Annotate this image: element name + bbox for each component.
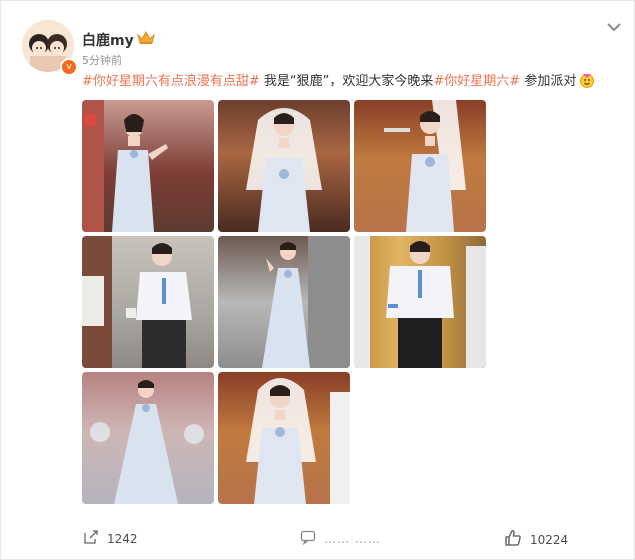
photo-3[interactable] [354, 100, 486, 232]
chevron-down-icon[interactable] [607, 17, 621, 36]
action-bar: 1242 …… …… 10224 [1, 521, 634, 557]
photo-5[interactable] [218, 236, 350, 368]
image-grid [82, 100, 486, 504]
weibo-post-card: v 白鹿my 5分钟前 #你好星期六有点浪漫有点甜# 我是“狠鹿”，欢迎大家今晚… [0, 0, 635, 560]
photo-6[interactable] [354, 236, 486, 368]
photo-7[interactable] [82, 372, 214, 504]
like-count: 10224 [530, 532, 569, 547]
comment-count: …… …… [324, 531, 381, 546]
photo-1[interactable] [82, 100, 214, 232]
topic-link-1[interactable]: #你好星期六有点浪漫有点甜# [82, 74, 260, 89]
like-icon [504, 529, 522, 550]
crown-icon[interactable] [137, 30, 155, 49]
post-time[interactable]: 5分钟前 [82, 52, 122, 68]
verified-badge-icon: v [60, 58, 78, 76]
repost-button[interactable]: 1242 [83, 529, 138, 548]
repost-icon [83, 529, 99, 548]
photo-2[interactable] [218, 100, 350, 232]
username[interactable]: 白鹿my [82, 30, 134, 50]
topic-link-2[interactable]: #你好星期六# [433, 74, 520, 89]
comment-button[interactable]: …… …… [300, 529, 381, 548]
comment-icon [300, 529, 316, 548]
post-text-middle: 我是“狠鹿”，欢迎大家今晚来 [259, 74, 434, 89]
post-text: #你好星期六有点浪漫有点甜# 我是“狠鹿”，欢迎大家今晚来#你好星期六# 参加派… [82, 72, 627, 95]
post-text-tail: 参加派对 [520, 74, 577, 89]
party-emoji-icon [579, 72, 595, 95]
photo-4[interactable] [82, 236, 214, 368]
repost-count: 1242 [107, 531, 138, 546]
like-button[interactable]: 10224 [504, 529, 568, 550]
photo-8[interactable] [218, 372, 350, 504]
